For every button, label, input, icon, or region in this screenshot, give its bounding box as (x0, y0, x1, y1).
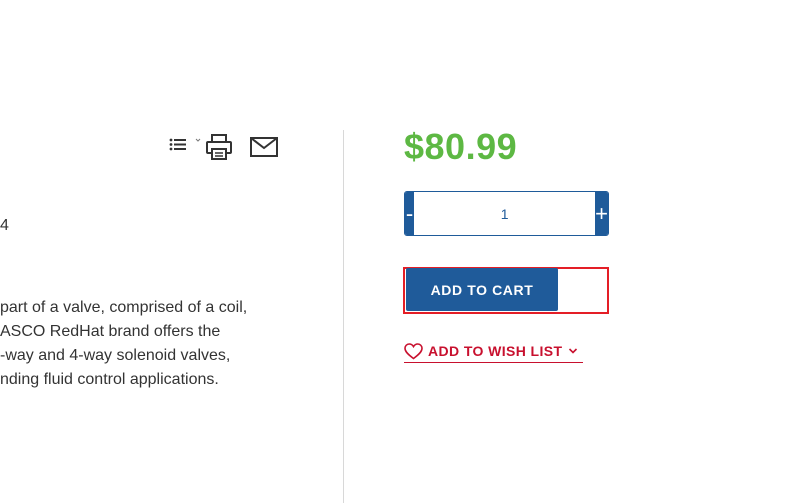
product-page: 4 part of a valve, comprised of a coil, … (0, 0, 788, 503)
heart-icon (404, 342, 423, 359)
quantity-increment-button[interactable]: + (595, 192, 608, 235)
list-icon (169, 138, 201, 151)
quantity-input[interactable] (414, 192, 596, 235)
print-button[interactable] (205, 133, 233, 161)
product-price: $80.99 (404, 126, 518, 167)
mail-icon (250, 137, 278, 157)
description-line: -way and 4-way solenoid valves, (0, 347, 231, 364)
wishlist-label: ADD TO WISH LIST (428, 343, 563, 359)
quantity-decrement-button[interactable]: - (405, 192, 415, 235)
add-to-cart-button[interactable]: ADD TO CART (406, 268, 558, 311)
description-line: ASCO RedHat brand offers the (0, 323, 221, 340)
email-button[interactable] (250, 137, 278, 157)
description-line: nding fluid control applications. (0, 371, 219, 388)
list-view-button[interactable] (169, 136, 203, 156)
chevron-down-icon (569, 348, 578, 354)
print-icon (206, 134, 232, 160)
description-line: part of a valve, comprised of a coil, (0, 299, 248, 316)
add-to-wishlist-link[interactable]: ADD TO WISH LIST (404, 340, 583, 363)
product-sku: 4 (0, 217, 9, 234)
quantity-stepper: - + (404, 191, 609, 236)
product-description: part of a valve, comprised of a coil, AS… (0, 296, 300, 392)
product-toolbar (169, 133, 284, 161)
column-divider (343, 130, 344, 503)
